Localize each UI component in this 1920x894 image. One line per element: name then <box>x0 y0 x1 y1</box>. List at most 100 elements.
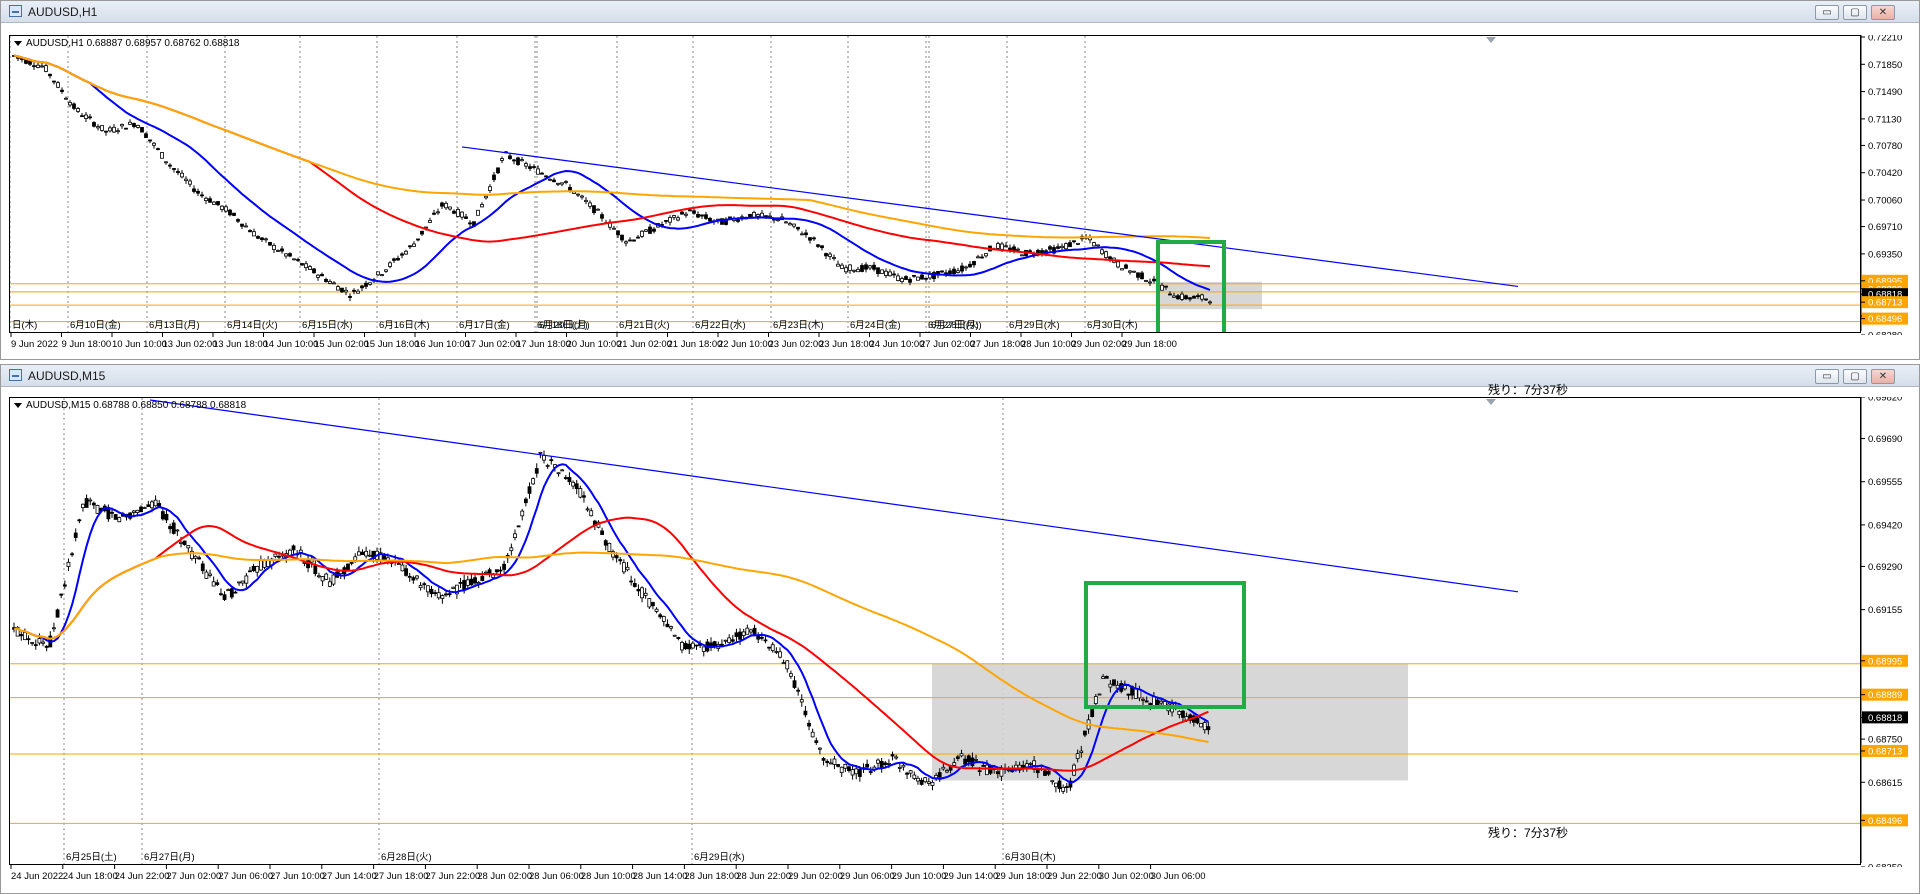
chart-shift-marker-icon[interactable] <box>1486 37 1496 43</box>
candle-body <box>196 190 200 194</box>
candle-body <box>672 634 677 637</box>
candle-body <box>284 253 288 257</box>
time-label: 30 Jun 06:00 <box>1151 871 1206 882</box>
candle-body <box>1126 693 1131 696</box>
time-label: 27 Jun 02:00 <box>166 871 221 882</box>
candle-body <box>736 219 740 222</box>
time-axis[interactable]: 9 Jun 2022 9 Jun 18:00 10 Jun 10:0013 Jun … <box>9 333 1861 359</box>
candle-body <box>356 290 360 294</box>
price-tick-label: 0.71490 <box>1868 87 1902 98</box>
time-label: 27 Jun 14:00 <box>322 871 377 882</box>
candle-body <box>208 198 212 203</box>
candle-body <box>400 564 405 572</box>
restore-button[interactable]: ▢ <box>1843 5 1867 20</box>
candle-body <box>665 623 670 628</box>
chart-window-icon <box>9 5 22 17</box>
candle-body <box>232 212 236 216</box>
candle-body <box>696 213 700 218</box>
candle-body <box>308 266 312 270</box>
candle-body <box>1136 272 1140 278</box>
candle-body <box>408 245 412 248</box>
price-tick-label: 0.71850 <box>1868 60 1902 71</box>
time-label: 28 Jun 10:00 <box>1021 339 1076 350</box>
candle-body <box>1160 284 1164 291</box>
candle-body <box>60 89 64 92</box>
collapse-triangle-icon[interactable] <box>14 402 22 408</box>
candle-body <box>240 580 245 584</box>
candle-body <box>576 193 580 196</box>
candle-body <box>839 766 844 773</box>
restore-button[interactable]: ▢ <box>1843 369 1867 384</box>
price-chart-area[interactable]: 日(木) 6月10日(金) 6月13日(月) 6月14日(火) 6月15日(水) 6月16… <box>9 35 1861 333</box>
candle-body <box>248 230 252 233</box>
candle-body <box>128 121 132 125</box>
candle-body <box>968 263 972 268</box>
price-axis[interactable]: 0.69820 0.69690 0.69555 0.69420 0.69290 0.691… <box>1861 397 1920 867</box>
time-axis[interactable]: 24 Jun 2022 24 Jun 18:0024 Jun 22:0027 Ju… <box>9 865 1861 893</box>
price-chart-svg[interactable]: 6月25日(土) 6月27日(月) 6月28日(火) 6月29日(水) 6月30日(木) <box>10 398 1860 864</box>
candle-body <box>327 581 332 587</box>
candle-body <box>233 591 238 594</box>
candle-body <box>945 770 949 773</box>
candle-body <box>632 583 637 587</box>
candle-body <box>808 237 812 241</box>
price-tick-label: 0.69555 <box>1868 477 1902 488</box>
window-titlebar[interactable]: AUDUSD,H1 ▭ ▢ ✕ <box>1 1 1919 23</box>
candle-body <box>124 127 128 130</box>
candle-body <box>340 287 344 293</box>
candle-body <box>821 758 826 761</box>
candle-body <box>952 268 956 275</box>
candle-body <box>480 575 485 581</box>
candle-body <box>985 764 989 776</box>
candle-body <box>580 195 584 198</box>
candle-body <box>759 637 764 639</box>
candle-body <box>876 759 880 764</box>
close-button[interactable]: ✕ <box>1871 5 1895 20</box>
candle-body <box>582 495 586 498</box>
price-chart-svg[interactable]: 日(木) 6月10日(金) 6月13日(月) 6月14日(火) 6月15日(水) 6月16… <box>10 36 1860 332</box>
candle-body <box>1195 717 1200 724</box>
candle-body <box>291 545 296 551</box>
day-separator-label: 日(木) <box>12 319 37 331</box>
candlesticks <box>12 55 1212 305</box>
chart-shift-marker-icon[interactable] <box>1486 399 1496 405</box>
candle-body <box>33 644 38 647</box>
candle-body <box>1057 780 1062 790</box>
candle-body <box>224 206 228 212</box>
time-label: 22 Jun 10:00 <box>718 339 773 350</box>
candle-body <box>192 188 196 192</box>
price-tick-label: 0.69290 <box>1868 562 1902 573</box>
minimize-button[interactable]: ▭ <box>1815 369 1839 384</box>
chart-window-h1[interactable]: AUDUSD,H1 ▭ ▢ ✕ 日(木) 6月10日(金) 6月13日(月) 6月14… <box>0 0 1920 360</box>
price-chart-area[interactable]: 6月25日(土) 6月27日(月) 6月28日(火) 6月29日(水) 6月30日(木)… <box>9 397 1861 865</box>
time-label: 16 Jun 10:00 <box>415 339 470 350</box>
minimize-button[interactable]: ▭ <box>1815 5 1839 20</box>
collapse-triangle-icon[interactable] <box>14 40 22 46</box>
day-separator-label: 6月28日(火) <box>931 320 982 331</box>
candle-body <box>883 762 888 765</box>
candle-body <box>135 509 140 513</box>
time-label: 17 Jun 02:00 <box>466 339 521 350</box>
candle-body <box>152 142 156 146</box>
candle-body <box>560 469 565 472</box>
candle-body <box>436 592 441 599</box>
candle-body <box>484 571 488 574</box>
window-titlebar[interactable]: AUDUSD,M15 ▭ ▢ ✕ <box>1 365 1919 387</box>
candle-body <box>864 264 868 270</box>
candle-body <box>948 270 952 275</box>
price-tick-label: 0.68496 <box>1868 816 1902 827</box>
time-label: 24 Jun 10:00 <box>870 339 925 350</box>
close-button[interactable]: ✕ <box>1871 369 1895 384</box>
chart-window-icon <box>9 369 22 381</box>
candle-body <box>603 540 608 546</box>
candle-body <box>980 256 984 259</box>
candle-body <box>545 465 550 467</box>
candle-body <box>237 581 241 584</box>
price-axis[interactable]: 0.72210 0.71850 0.71490 0.71130 0.70780 0.704… <box>1861 35 1920 335</box>
candle-body <box>100 125 104 131</box>
candle-body <box>952 762 957 766</box>
candle-body <box>879 760 884 768</box>
chart-window-m15[interactable]: AUDUSD,M15 ▭ ▢ ✕ 6月25日(土) 6月27日(月) 6月28日(火… <box>0 364 1920 894</box>
candle-body <box>188 180 192 185</box>
candle-body <box>923 777 928 783</box>
